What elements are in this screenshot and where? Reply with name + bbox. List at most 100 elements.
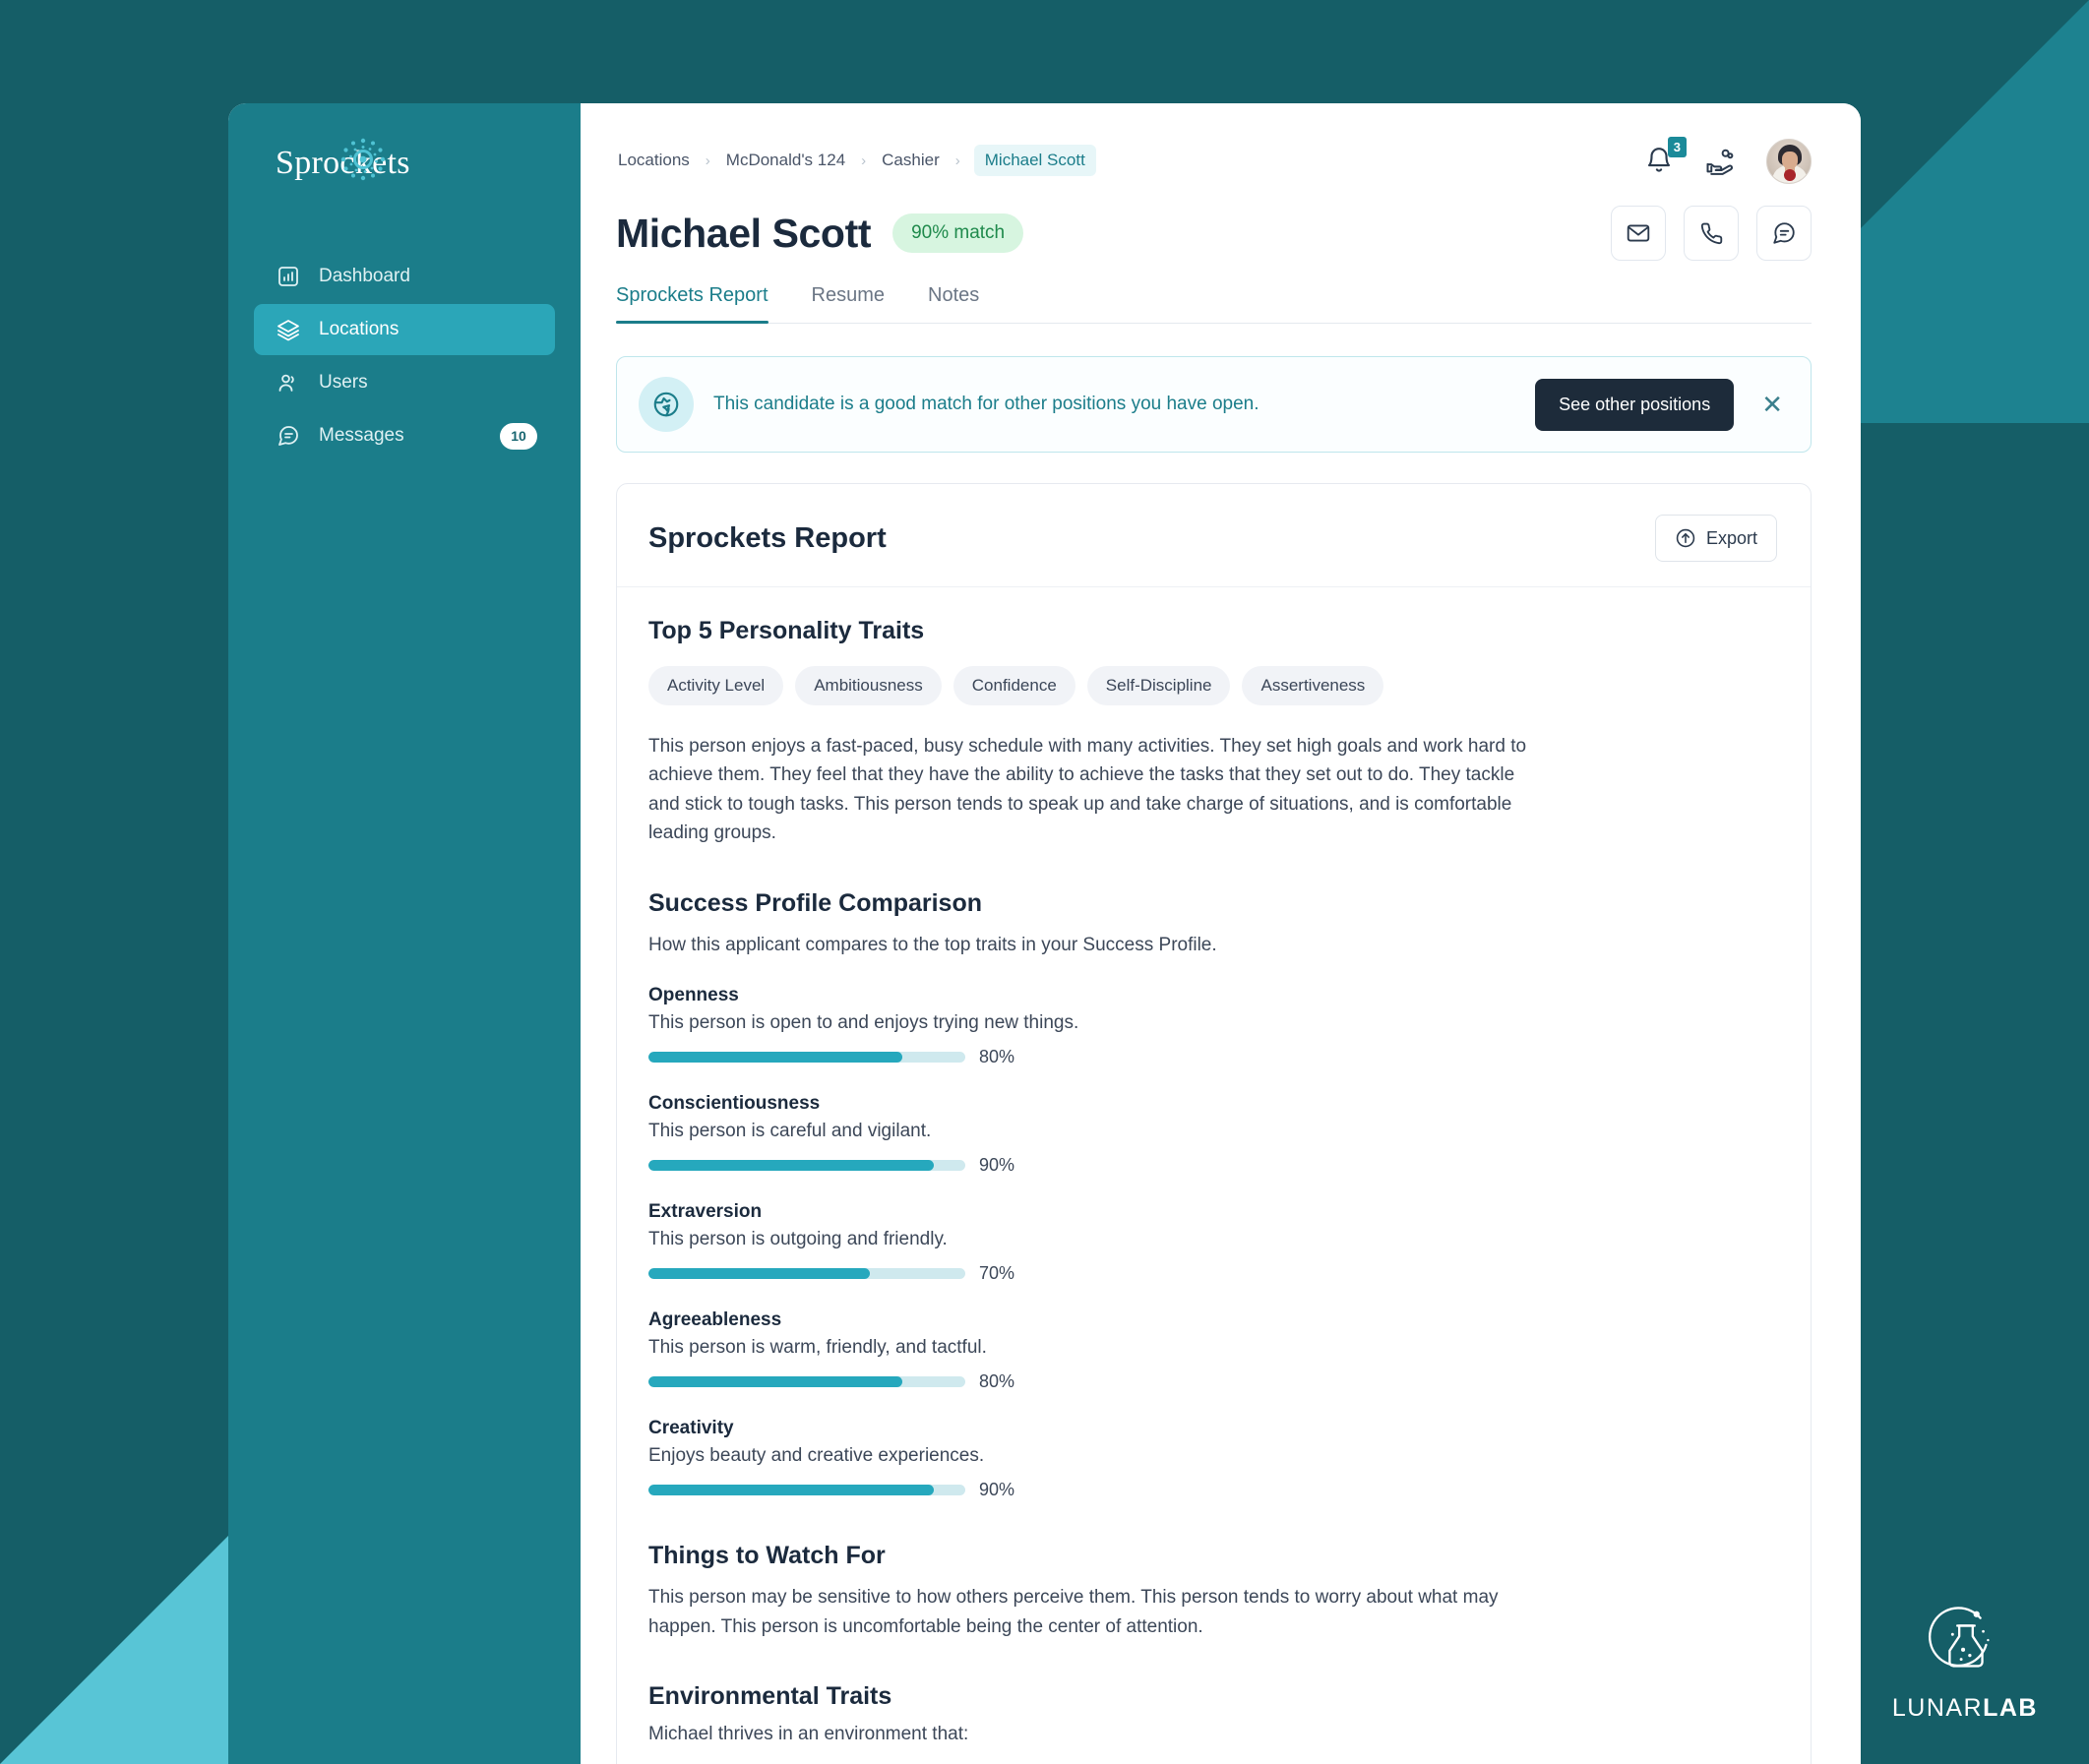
watch-for-paragraph: This person may be sensitive to how othe…: [648, 1587, 1499, 1637]
sidebar-item-dashboard[interactable]: Dashboard: [254, 251, 555, 302]
tab-resume[interactable]: Resume: [812, 284, 885, 323]
trait-progress: 90%: [648, 1480, 1777, 1500]
trait-progress: 90%: [648, 1155, 1777, 1176]
close-icon[interactable]: ✕: [1755, 392, 1789, 417]
trait-chip[interactable]: Ambitiousness: [795, 666, 942, 705]
candidate-actions: [1611, 206, 1812, 261]
trait-description: This person is open to and enjoys trying…: [648, 1012, 1079, 1034]
personality-paragraph: This person enjoys a fast-paced, busy sc…: [648, 736, 1527, 844]
brand-logo[interactable]: Sprockets: [228, 135, 581, 219]
trait-chip[interactable]: Assertiveness: [1242, 666, 1384, 705]
trait-row: Extraversion This person is outgoing and…: [648, 1201, 1777, 1284]
bar-chart-icon: [276, 264, 301, 289]
sidebar-item-label: Locations: [319, 319, 399, 339]
breadcrumb-item-mcdonalds[interactable]: McDonald's 124: [724, 146, 847, 175]
sprockets-report-card: Sprockets Report Export Top 5 Personalit…: [616, 483, 1812, 1764]
trait-row: Conscientiousness This person is careful…: [648, 1093, 1777, 1176]
trait-name: Agreeableness: [648, 1309, 782, 1331]
trait-name: Conscientiousness: [648, 1093, 821, 1115]
progress-fill: [648, 1376, 902, 1388]
report-body: Top 5 Personality Traits Activity Level …: [617, 587, 1811, 1764]
banner-message: This candidate is a good match for other…: [713, 394, 1260, 414]
users-icon: [276, 370, 301, 395]
notification-count-badge: 3: [1667, 137, 1687, 157]
progress-track: [648, 1376, 965, 1388]
sidebar-item-label: Users: [319, 372, 368, 393]
trait-chip[interactable]: Self-Discipline: [1086, 666, 1231, 705]
sidebar-item-locations[interactable]: Locations: [254, 304, 555, 355]
progress-fill: [648, 1052, 902, 1064]
message-button[interactable]: [1756, 206, 1812, 261]
match-banner: This candidate is a good match for other…: [616, 356, 1812, 453]
success-profile-subtitle: How this applicant compares to the top t…: [648, 934, 1217, 955]
success-profile-heading: Success Profile Comparison: [648, 888, 983, 917]
trait-description: This person is careful and vigilant.: [648, 1121, 932, 1142]
trait-value: 90%: [979, 1155, 1015, 1176]
trait-name: Extraversion: [648, 1201, 763, 1223]
watermark-lunar: LUNAR: [1891, 1694, 1984, 1722]
chevron-right-icon: ›: [861, 152, 867, 169]
progress-track: [648, 1052, 965, 1064]
banner-actions: See other positions ✕: [1535, 378, 1789, 431]
trait-row: Openness This person is open to and enjo…: [648, 985, 1777, 1067]
upload-circle-icon: [1675, 527, 1696, 549]
environmental-intro: Michael thrives in an environment that:: [648, 1724, 969, 1745]
app-window: Sprockets Dashboard Locations Users Mess…: [228, 103, 1861, 1764]
tab-sprockets-report[interactable]: Sprockets Report: [616, 284, 768, 324]
trait-value: 70%: [979, 1263, 1015, 1284]
messages-badge: 10: [500, 422, 537, 450]
sidebar-item-label: Messages: [319, 425, 404, 446]
trait-chip[interactable]: Confidence: [952, 666, 1075, 705]
progress-track: [648, 1485, 965, 1496]
top-bar-actions: 3: [1644, 137, 1812, 184]
trait-description: This person is warm, friendly, and tactf…: [648, 1337, 987, 1359]
sidebar-item-label: Dashboard: [319, 266, 410, 286]
lunarlab-watermark: LUNARLAB: [1892, 1605, 2038, 1723]
phone-icon: [1698, 220, 1724, 246]
user-avatar[interactable]: [1766, 139, 1812, 184]
trait-progress: 70%: [648, 1263, 1777, 1284]
page-title: Michael Scott: [616, 210, 872, 256]
environmental-heading: Environmental Traits: [648, 1682, 892, 1711]
export-button[interactable]: Export: [1654, 515, 1777, 562]
breadcrumb-item-cashier[interactable]: Cashier: [880, 146, 942, 175]
hand-heart-icon[interactable]: [1705, 147, 1735, 176]
chevron-right-icon: ›: [705, 152, 710, 169]
progress-fill: [648, 1485, 934, 1496]
tab-notes[interactable]: Notes: [928, 284, 979, 323]
gear-icon: [338, 134, 389, 185]
breadcrumb-item-locations[interactable]: Locations: [616, 146, 692, 175]
progress-track: [648, 1268, 965, 1280]
trait-row: Agreeableness This person is warm, frien…: [648, 1309, 1777, 1392]
trait-name: Openness: [648, 985, 739, 1006]
trait-chip[interactable]: Activity Level: [648, 666, 784, 705]
sidebar-item-messages[interactable]: Messages 10: [254, 410, 555, 461]
sidebar: Sprockets Dashboard Locations Users Mess…: [228, 103, 581, 1764]
watch-for-heading: Things to Watch For: [648, 1542, 886, 1570]
progress-fill: [648, 1268, 871, 1280]
breadcrumb: Locations › McDonald's 124 › Cashier › M…: [616, 137, 1096, 176]
trait-description: Enjoys beauty and creative experiences.: [648, 1445, 985, 1467]
export-label: Export: [1705, 527, 1757, 548]
main-content: Locations › McDonald's 124 › Cashier › M…: [581, 103, 1861, 1764]
flask-moon-icon: [1927, 1605, 2003, 1686]
chevron-right-icon: ›: [954, 152, 960, 169]
chat-icon: [1771, 220, 1797, 246]
email-button[interactable]: [1611, 206, 1666, 261]
trait-progress: 80%: [648, 1371, 1777, 1392]
trait-value: 90%: [979, 1480, 1015, 1500]
see-other-positions-button[interactable]: See other positions: [1535, 378, 1735, 431]
page-header: Michael Scott 90% match: [581, 184, 1861, 261]
notifications-button[interactable]: 3: [1644, 137, 1687, 177]
trait-progress: 80%: [648, 1047, 1777, 1067]
envelope-icon: [1626, 220, 1651, 246]
trait-row: Creativity Enjoys beauty and creative ex…: [648, 1418, 1777, 1500]
trait-value: 80%: [979, 1047, 1015, 1067]
globe-target-icon: [639, 377, 694, 432]
sidebar-nav: Dashboard Locations Users Messages 10: [228, 251, 581, 461]
breadcrumb-item-current[interactable]: Michael Scott: [973, 145, 1096, 176]
call-button[interactable]: [1684, 206, 1739, 261]
sidebar-item-users[interactable]: Users: [254, 357, 555, 408]
tab-bar: Sprockets Report Resume Notes: [616, 284, 1812, 324]
personality-chip-list: Activity Level Ambitiousness Confidence …: [648, 666, 1777, 705]
